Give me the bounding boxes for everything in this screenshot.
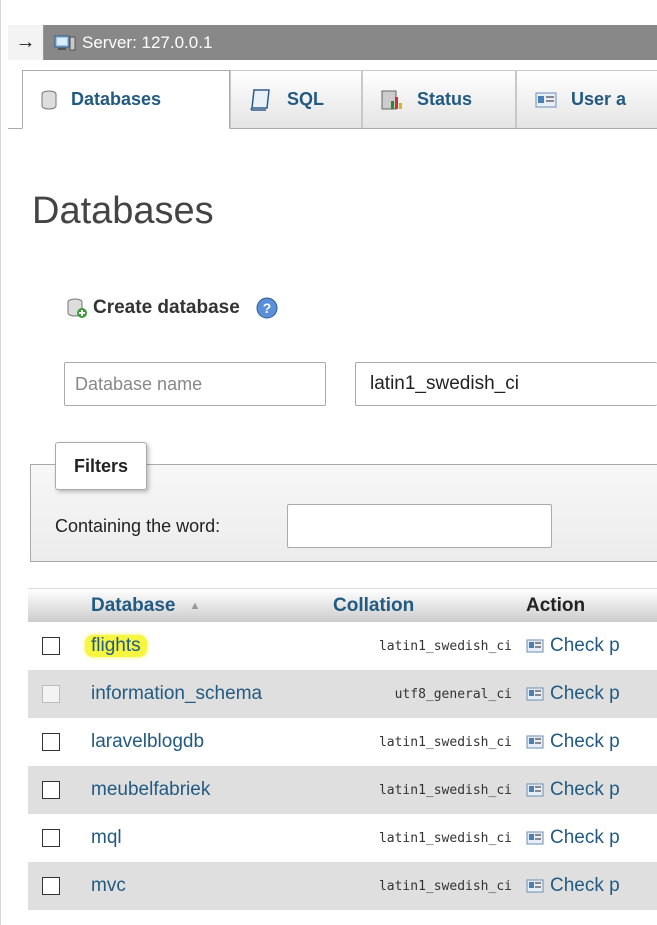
- row-checkbox[interactable]: [42, 781, 60, 799]
- server-icon: [54, 34, 76, 52]
- containing-word-input[interactable]: [287, 504, 552, 548]
- collation-select[interactable]: latin1_swedish_ci: [355, 362, 657, 406]
- privileges-icon: [526, 735, 544, 749]
- row-checkbox[interactable]: [42, 829, 60, 847]
- database-icon: [41, 90, 57, 110]
- row-checkbox[interactable]: [42, 877, 60, 895]
- database-name-link[interactable]: flights: [85, 635, 147, 657]
- sort-ascending-icon: ▲: [189, 599, 201, 612]
- check-privileges-link[interactable]: Check p: [526, 779, 620, 801]
- tab-user-accounts-label: User a: [571, 89, 627, 109]
- collation-column-header[interactable]: Collation: [333, 595, 414, 617]
- table-header-row: Database ▲ Collation Action: [28, 588, 657, 622]
- check-privileges-link[interactable]: Check p: [526, 827, 620, 849]
- database-name-link[interactable]: mql: [91, 827, 122, 849]
- check-privileges-label: Check p: [550, 827, 620, 848]
- check-privileges-label: Check p: [550, 635, 620, 656]
- check-privileges-link[interactable]: Check p: [526, 731, 620, 753]
- table-row: mql latin1_swedish_ci Check p: [28, 814, 657, 862]
- row-checkbox-disabled: [42, 685, 60, 703]
- user-accounts-icon: [535, 92, 557, 108]
- databases-table: Database ▲ Collation Action flights lati…: [28, 588, 657, 910]
- row-collation: latin1_swedish_ci: [378, 830, 512, 846]
- row-collation: latin1_swedish_ci: [378, 878, 512, 894]
- privileges-icon: [526, 879, 544, 893]
- create-database-label: Create database: [93, 297, 240, 318]
- row-collation: latin1_swedish_ci: [378, 638, 512, 654]
- database-name-link[interactable]: mvc: [91, 875, 126, 897]
- database-name-link[interactable]: information_schema: [91, 683, 262, 705]
- tab-status[interactable]: Status: [362, 70, 516, 128]
- check-privileges-label: Check p: [550, 731, 620, 752]
- create-database-header: Create database ?: [66, 297, 278, 319]
- svg-text:?: ?: [263, 300, 272, 316]
- check-privileges-link[interactable]: Check p: [526, 683, 620, 705]
- filters-legend: Filters: [55, 442, 148, 490]
- tab-databases-label: Databases: [71, 89, 162, 109]
- privileges-icon: [526, 687, 544, 701]
- check-privileges-link[interactable]: Check p: [526, 635, 620, 657]
- status-chart-icon: [381, 89, 403, 111]
- privileges-icon: [526, 639, 544, 653]
- database-name-link[interactable]: meubelfabriek: [91, 779, 210, 801]
- table-row: mvc latin1_swedish_ci Check p: [28, 862, 657, 910]
- database-column-header: Database: [91, 594, 176, 616]
- tab-databases[interactable]: Databases: [22, 70, 230, 129]
- row-checkbox[interactable]: [42, 637, 60, 655]
- top-tab-bar: Databases SQL Status User a: [8, 70, 657, 129]
- server-link[interactable]: Server: 127.0.0.1: [82, 33, 212, 53]
- database-name-link[interactable]: laravelblogdb: [91, 731, 204, 753]
- table-row: laravelblogdb latin1_swedish_ci Check p: [28, 718, 657, 766]
- tab-sql[interactable]: SQL: [230, 70, 362, 128]
- containing-word-label: Containing the word:: [55, 516, 221, 536]
- row-collation: utf8_general_ci: [394, 686, 512, 702]
- check-privileges-label: Check p: [550, 683, 620, 704]
- row-collation: latin1_swedish_ci: [378, 782, 512, 798]
- sql-icon: [249, 88, 273, 112]
- check-privileges-link[interactable]: Check p: [526, 875, 620, 897]
- tab-sql-label: SQL: [287, 89, 325, 109]
- arrow-right-icon: →: [15, 31, 36, 53]
- database-name-input[interactable]: [64, 362, 326, 406]
- help-icon[interactable]: ?: [256, 297, 278, 319]
- tab-user-accounts[interactable]: User a: [516, 70, 657, 128]
- table-row: information_schema utf8_general_ci Check…: [28, 670, 657, 718]
- action-column-header: Action: [526, 594, 586, 616]
- collation-select-value: latin1_swedish_ci: [370, 373, 519, 394]
- privileges-icon: [526, 831, 544, 845]
- create-database-icon: [66, 297, 88, 319]
- sort-by-database-link[interactable]: Database ▲: [91, 595, 200, 617]
- row-checkbox[interactable]: [42, 733, 60, 751]
- server-breadcrumb-bar: → Server: 127.0.0.1: [8, 25, 657, 60]
- privileges-icon: [526, 783, 544, 797]
- page-title: Databases: [32, 190, 214, 232]
- table-row: flights latin1_swedish_ci Check p: [28, 622, 657, 670]
- tab-status-label: Status: [417, 89, 473, 109]
- row-collation: latin1_swedish_ci: [378, 734, 512, 750]
- check-privileges-label: Check p: [550, 875, 620, 896]
- collapse-arrow-button[interactable]: →: [8, 25, 44, 60]
- check-privileges-label: Check p: [550, 779, 620, 800]
- table-row: meubelfabriek latin1_swedish_ci Check p: [28, 766, 657, 814]
